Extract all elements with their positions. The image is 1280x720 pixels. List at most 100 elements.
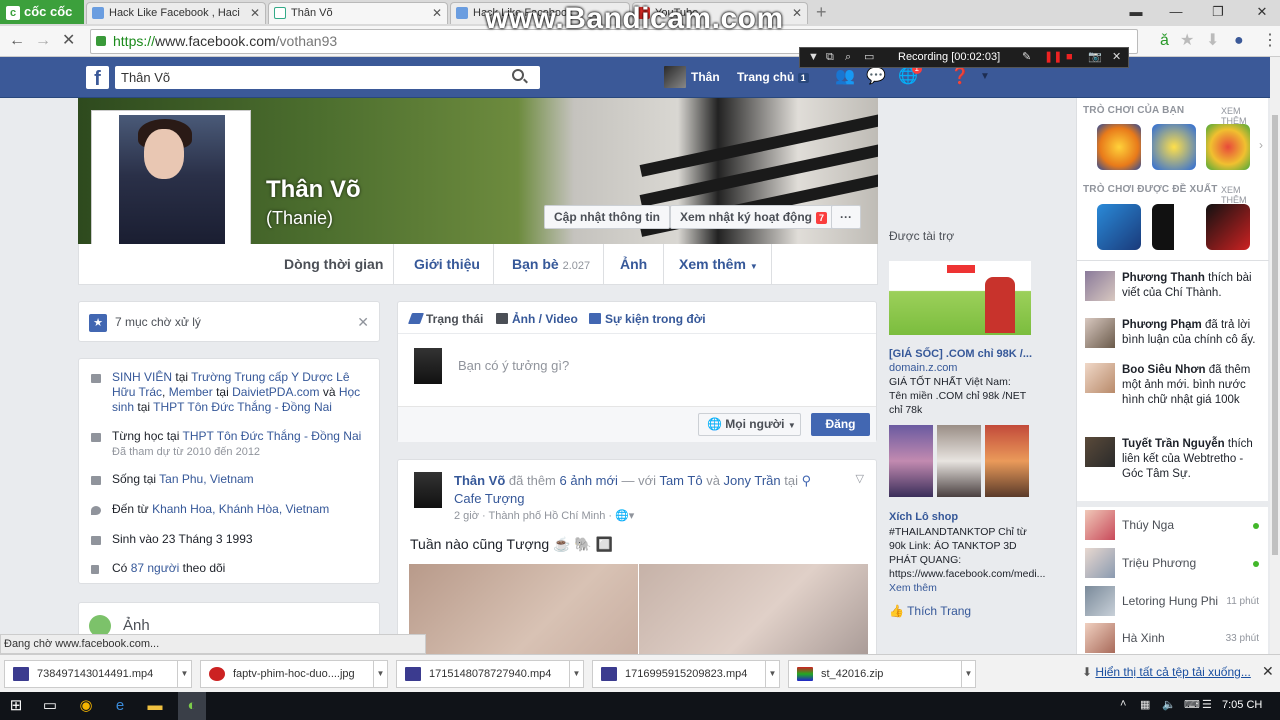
photo-video-tab[interactable]: Ảnh / Video <box>496 312 578 326</box>
chevron-down-icon[interactable]: ▼ <box>569 661 583 687</box>
new-tab-icon[interactable]: + <box>816 3 827 21</box>
post-photo[interactable] <box>639 564 868 660</box>
ad-image[interactable] <box>985 425 1029 497</box>
composer-input[interactable]: Bạn có ý tưởng gì? <box>458 358 569 373</box>
close-window-icon[interactable]: ✕ <box>1248 2 1276 22</box>
game-candy-icon[interactable] <box>1152 124 1196 170</box>
show-all-downloads-link[interactable]: ⬇ Hiển thị tất cả tệp tải xuống... <box>1082 665 1251 679</box>
download-item[interactable]: 1716995915209823.mp4 ▼ <box>592 660 780 688</box>
bookmark-star-icon[interactable]: ★ <box>1180 32 1194 50</box>
coccoc-brand-button[interactable]: c cốc cốc <box>0 0 84 24</box>
activity-log-button[interactable]: Xem nhật ký hoạt động 7 <box>670 205 838 229</box>
stop-loading-icon[interactable]: ✕ <box>62 32 75 50</box>
tab-more[interactable]: Xem thêm ▼ <box>679 256 758 272</box>
forward-icon[interactable]: → <box>35 32 51 50</box>
edge-icon[interactable]: e <box>110 696 130 716</box>
menu-icon[interactable]: ⋮ <box>1262 32 1278 50</box>
audience-selector[interactable]: 🌐 Mọi người ▼ <box>698 413 801 436</box>
life-event-tab[interactable]: Sự kiện trong đời <box>589 312 706 326</box>
close-tab-icon[interactable]: ✕ <box>792 3 802 23</box>
coccoc-taskbar-icon[interactable]: ◐ <box>178 692 206 720</box>
game-suggested-1-icon[interactable] <box>1097 204 1141 250</box>
ad-title[interactable]: [GIÁ SỐC] .COM chỉ 98K /... <box>889 348 1032 360</box>
download-item[interactable]: 738497143014491.mp4 ▼ <box>4 660 192 688</box>
more-options-button[interactable]: ··· <box>831 205 861 229</box>
tab-hack-like-1[interactable]: Hack Like Facebook , Haci ✕ <box>86 2 266 24</box>
user-profile-icon[interactable]: ▬ <box>1122 2 1150 22</box>
bandicam-menu-icon[interactable]: ▼ <box>808 48 819 67</box>
game-zingplay-icon[interactable] <box>1206 124 1250 170</box>
bandicam-pen-icon[interactable]: ✎ <box>1022 48 1031 67</box>
notifications-icon[interactable]: 🌐 1 <box>898 64 922 85</box>
game-slither-icon[interactable] <box>1097 124 1141 170</box>
close-tab-icon[interactable]: ✕ <box>432 3 442 23</box>
header-avatar[interactable] <box>664 66 686 88</box>
page-scrollbar[interactable] <box>1270 57 1280 654</box>
update-info-button[interactable]: Cập nhật thông tin <box>544 205 670 229</box>
pending-items-card[interactable]: ★ 7 mục chờ xử lý ✕ <box>78 301 380 342</box>
close-downloads-icon[interactable]: ✕ <box>1262 663 1274 680</box>
globe-icon[interactable]: 🌐▾ <box>615 510 634 522</box>
contact-item[interactable]: Hà Xinh 33 phút <box>1085 623 1263 655</box>
chevron-down-icon[interactable]: ▼ <box>961 661 975 687</box>
bandicam-region-icon[interactable]: ▭ <box>864 48 874 67</box>
suggested-see-more-link[interactable]: XEM THÊM <box>1221 185 1268 205</box>
ad-image[interactable] <box>889 261 1031 335</box>
tab-timeline[interactable]: Dòng thời gian <box>284 256 383 272</box>
ad-image[interactable] <box>889 425 933 497</box>
windows-start-icon[interactable]: ⊞ <box>6 696 26 716</box>
tab-about[interactable]: Giới thiệu <box>414 256 480 272</box>
facebook-logo-icon[interactable]: f <box>86 66 109 89</box>
download-item[interactable]: 1715148078727940.mp4 ▼ <box>396 660 584 688</box>
bandicam-stop-icon[interactable]: ■ <box>1066 48 1073 67</box>
friend-requests-icon[interactable]: 👥 <box>835 69 855 85</box>
download-icon[interactable]: ⬇ <box>1206 32 1219 50</box>
games-see-more-link[interactable]: XEM THÊM <box>1221 106 1268 126</box>
bandicam-camera-icon[interactable]: 📷 <box>1088 48 1102 67</box>
minimize-icon[interactable]: — <box>1162 2 1190 22</box>
bandicam-pause-icon[interactable]: ❚❚ <box>1044 48 1062 67</box>
chrome-icon[interactable]: ◉ <box>76 696 96 716</box>
ad-image[interactable] <box>937 425 981 497</box>
status-tab[interactable]: Trạng thái <box>407 312 483 326</box>
maximize-icon[interactable]: ❐ <box>1204 2 1232 22</box>
ime-icon[interactable]: ⌨ <box>1184 698 1200 711</box>
account-dropdown-icon[interactable]: ▼ <box>975 69 995 85</box>
post-button[interactable]: Đăng <box>811 413 870 436</box>
ad-domain[interactable]: domain.z.com <box>889 362 957 374</box>
post-options-chevron-icon[interactable]: ▽ <box>856 472 864 485</box>
bandicam-close-icon[interactable]: ✕ <box>1112 48 1121 67</box>
tab-than-vo[interactable]: Thân Võ ✕ <box>268 2 448 24</box>
game-suggested-3-icon[interactable] <box>1206 204 1250 250</box>
facebook-search-input[interactable]: Thân Võ <box>115 66 540 89</box>
download-item[interactable]: st_42016.zip ▼ <box>788 660 976 688</box>
close-tab-icon[interactable]: ✕ <box>250 3 260 23</box>
post-author-avatar[interactable] <box>414 472 442 508</box>
bandicam-search-icon[interactable]: ⌕ <box>845 48 851 67</box>
bandicam-window-icon[interactable]: ⧉ <box>826 48 834 67</box>
contact-item[interactable]: Triệu Phương <box>1085 548 1263 580</box>
games-next-chevron-icon[interactable]: › <box>1259 138 1263 152</box>
account-icon[interactable]: ● <box>1234 32 1244 50</box>
task-view-icon[interactable]: ▭ <box>40 696 60 716</box>
action-center-icon[interactable]: ☰ <box>1202 698 1212 711</box>
file-explorer-icon[interactable]: ▬ <box>145 696 165 716</box>
download-item[interactable]: faptv-phim-hoc-duo....jpg ▼ <box>200 660 388 688</box>
help-icon[interactable]: ❓ <box>950 69 970 85</box>
header-home-link[interactable]: Trang chủ 1 <box>737 70 809 84</box>
close-icon[interactable]: ✕ <box>357 314 369 331</box>
messages-icon[interactable]: 💬 <box>866 69 886 85</box>
tray-expand-icon[interactable]: ˄ <box>1120 698 1126 710</box>
header-profile-link[interactable]: Thân <box>691 70 720 84</box>
back-icon[interactable]: ← <box>9 32 25 50</box>
contact-item[interactable]: Letoring Hung Phi 11 phút <box>1085 586 1263 618</box>
tab-photos[interactable]: Ảnh <box>620 256 647 272</box>
post-photo[interactable] <box>409 564 638 660</box>
chevron-down-icon[interactable]: ▼ <box>373 661 387 687</box>
contact-item[interactable]: Thúy Nga <box>1085 510 1263 542</box>
scrollbar-thumb[interactable] <box>1272 115 1278 555</box>
like-page-link[interactable]: 👍 Thích Trang <box>889 604 971 618</box>
chevron-down-icon[interactable]: ▼ <box>765 661 779 687</box>
tab-friends[interactable]: Bạn bè 2.027 <box>512 256 590 272</box>
ad-title[interactable]: Xích Lô shop <box>889 511 958 523</box>
